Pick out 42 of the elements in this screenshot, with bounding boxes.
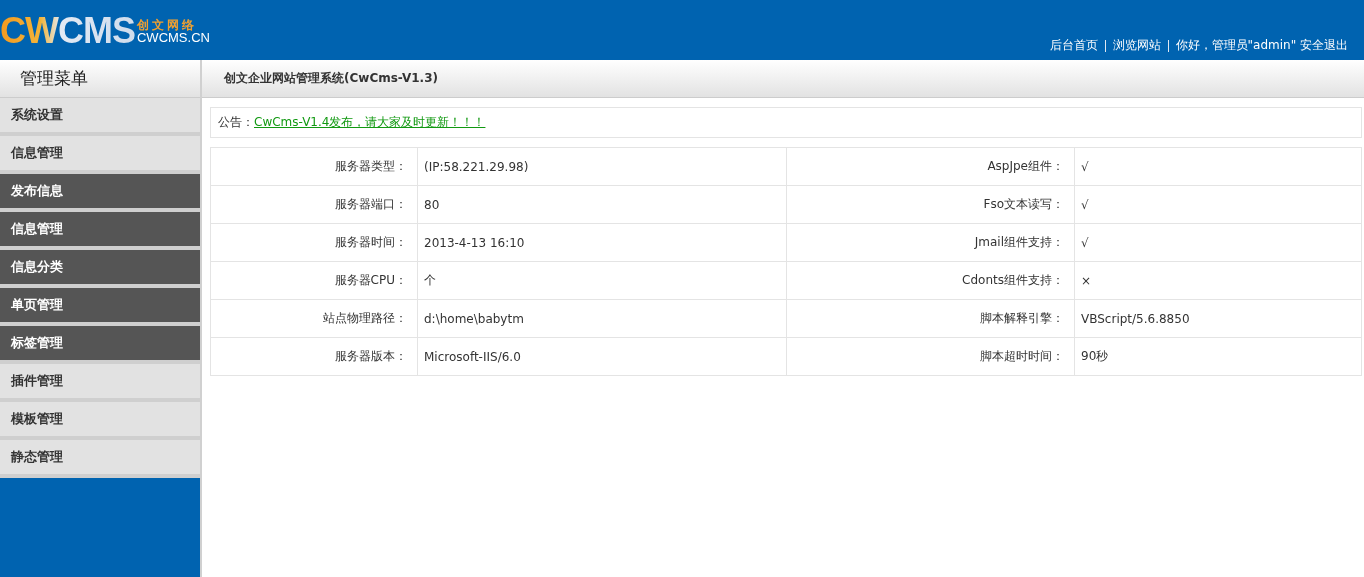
label-cell: Fso文本读写： (787, 186, 1075, 224)
nav-link[interactable]: 你好，管理员"admin" 安全退出 (1175, 37, 1348, 54)
logo-domain: CWCMS.CN (137, 30, 210, 44)
sidebar-title: 管理菜单 (0, 60, 200, 98)
label-cell: 服务器类型： (211, 148, 418, 186)
menu-subitem[interactable]: 发布信息 (0, 174, 200, 208)
value-cell: (IP:58.221.29.98) (418, 148, 787, 186)
value-cell: √ (1075, 148, 1362, 186)
value-cell: 80 (418, 186, 787, 224)
value-cell: √ (1075, 186, 1362, 224)
label-cell: 服务器版本： (211, 338, 418, 376)
nav-link[interactable]: 浏览网站 (1112, 37, 1161, 54)
value-cell: 90秒 (1075, 338, 1362, 376)
nav-link[interactable]: 后台首页 (1049, 37, 1098, 54)
label-cell: 服务器端口： (211, 186, 418, 224)
value-cell: √ (1075, 224, 1362, 262)
value-cell: VBScript/5.6.8850 (1075, 300, 1362, 338)
label-cell: Cdonts组件支持： (787, 262, 1075, 300)
value-cell: 个 (418, 262, 787, 300)
menu-subitem[interactable]: 信息管理 (0, 212, 200, 246)
label-cell: 服务器时间： (211, 224, 418, 262)
menu-group[interactable]: 系统设置 (0, 98, 200, 132)
notice-link[interactable]: CwCms-V1.4发布，请大家及时更新！！！ (254, 114, 486, 131)
menu-group[interactable]: 静态管理 (0, 440, 200, 474)
label-cell: 站点物理路径： (211, 300, 418, 338)
value-cell: 2013-4-13 16:10 (418, 224, 787, 262)
notice-label: 公告： (218, 114, 254, 131)
label-cell: 脚本解释引擎： (787, 300, 1075, 338)
label-cell: 服务器CPU： (211, 262, 418, 300)
menu-subitem[interactable]: 单页管理 (0, 288, 200, 322)
value-cell: × (1075, 262, 1362, 300)
label-cell: AspJpe组件： (787, 148, 1075, 186)
value-cell: d:\home\babytm (418, 300, 787, 338)
menu-group[interactable]: 插件管理 (0, 364, 200, 398)
menu-group[interactable]: 模板管理 (0, 402, 200, 436)
value-cell: Microsoft-IIS/6.0 (418, 338, 787, 376)
menu-subitem[interactable]: 标签管理 (0, 326, 200, 360)
label-cell: 脚本超时时间： (787, 338, 1075, 376)
logo-tagline: 创文网络 (137, 18, 198, 31)
menu-group[interactable]: 信息管理 (0, 136, 200, 170)
label-cell: Jmail组件支持： (787, 224, 1075, 262)
menu-subitem[interactable]: 信息分类 (0, 250, 200, 284)
